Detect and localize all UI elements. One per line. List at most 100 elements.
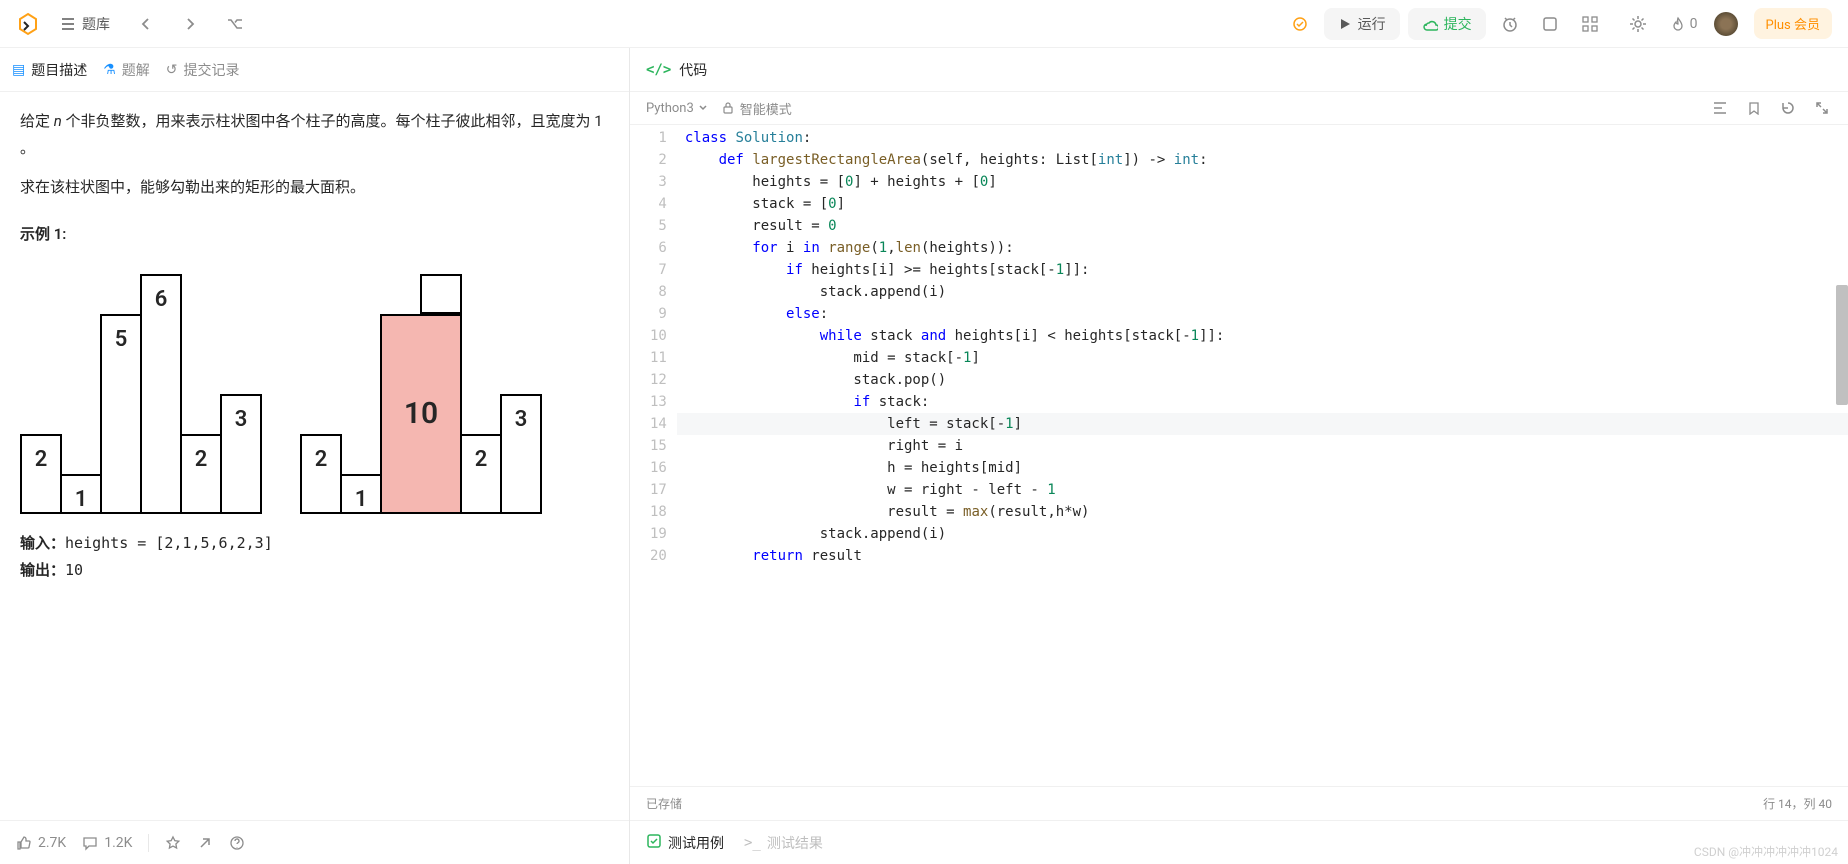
notes-button[interactable] xyxy=(1534,8,1566,40)
play-icon xyxy=(1338,17,1352,31)
next-problem-button[interactable] xyxy=(174,8,206,40)
like-count: 2.7K xyxy=(38,835,66,851)
example-label: 示例 1: xyxy=(20,221,609,248)
input-label: 输入： xyxy=(20,534,65,552)
cloud-upload-icon xyxy=(1422,16,1438,32)
code-title: 代码 xyxy=(679,60,707,80)
problem-panel: ▤ 题目描述 ⚗ 题解 ↺ 提交记录 给定 n 个非负整数，用来表示柱状图中各个… xyxy=(0,48,630,864)
chevron-left-icon xyxy=(139,17,153,31)
submit-label: 提交 xyxy=(1444,14,1472,34)
grid-icon xyxy=(1581,15,1599,33)
code-line[interactable]: stack.pop() xyxy=(677,369,1848,391)
star-icon xyxy=(165,835,181,851)
debug-button[interactable] xyxy=(1284,8,1316,40)
submit-button[interactable]: 提交 xyxy=(1408,8,1486,40)
format-icon xyxy=(1712,100,1728,116)
debug-icon xyxy=(1291,15,1309,33)
gear-icon xyxy=(1629,15,1647,33)
code-line[interactable]: heights = [0] + heights + [0] xyxy=(677,171,1848,193)
code-line[interactable]: left = stack[-1] xyxy=(677,413,1848,435)
layout-button[interactable] xyxy=(1574,8,1606,40)
streak-counter[interactable]: 0 xyxy=(1670,16,1698,32)
code-line[interactable]: result = max(result,h*w) xyxy=(677,501,1848,523)
tab-result[interactable]: >_ 测试结果 xyxy=(744,833,823,853)
tab-testcase[interactable]: 测试用例 xyxy=(646,833,724,853)
code-line[interactable]: return result xyxy=(677,545,1848,567)
tab-solution-label: 题解 xyxy=(122,60,150,80)
expand-icon xyxy=(1815,101,1829,115)
output-label: 输出： xyxy=(20,561,65,579)
code-line[interactable]: for i in range(1,len(heights)): xyxy=(677,237,1848,259)
problem-list-nav[interactable]: 题库 xyxy=(52,10,118,38)
like-button[interactable]: 2.7K xyxy=(16,835,66,851)
prev-problem-button[interactable] xyxy=(130,8,162,40)
code-header: </> 代码 xyxy=(630,48,1848,92)
problem-footer: 2.7K 1.2K xyxy=(0,820,629,864)
code-line[interactable]: h = heights[mid] xyxy=(677,457,1848,479)
code-line[interactable]: if heights[i] >= heights[stack[-1]]: xyxy=(677,259,1848,281)
output-value: 10 xyxy=(65,561,83,579)
histogram-illustration: 215623 211023 xyxy=(20,264,609,514)
code-line[interactable]: else: xyxy=(677,303,1848,325)
cursor-position: 行 14，列 40 xyxy=(1763,795,1832,812)
divider xyxy=(148,834,149,852)
favorite-button[interactable] xyxy=(165,835,181,851)
code-line[interactable]: w = right - left - 1 xyxy=(677,479,1848,501)
reset-icon xyxy=(1780,100,1796,116)
code-icon: </> xyxy=(646,62,671,78)
saved-status: 已存储 xyxy=(646,795,682,812)
code-line[interactable]: stack.append(i) xyxy=(677,281,1848,303)
run-button[interactable]: 运行 xyxy=(1324,8,1400,40)
problem-tabs: ▤ 题目描述 ⚗ 题解 ↺ 提交记录 xyxy=(0,48,629,92)
shuffle-button[interactable] xyxy=(218,8,250,40)
reset-button[interactable] xyxy=(1778,98,1798,118)
plus-badge[interactable]: Plus 会员 xyxy=(1754,8,1832,39)
problem-list-label: 题库 xyxy=(82,14,110,34)
format-button[interactable] xyxy=(1710,98,1730,118)
histogram-right: 211023 xyxy=(300,264,540,514)
bottom-tabs: 测试用例 >_ 测试结果 xyxy=(630,820,1848,864)
avatar[interactable] xyxy=(1714,12,1738,36)
testcase-label: 测试用例 xyxy=(668,833,724,853)
comment-icon xyxy=(82,835,98,851)
code-line[interactable]: stack.append(i) xyxy=(677,523,1848,545)
problem-body[interactable]: 给定 n 个非负整数，用来表示柱状图中各个柱子的高度。每个柱子彼此相邻，且宽度为… xyxy=(0,92,629,820)
share-button[interactable] xyxy=(197,835,213,851)
code-editor[interactable]: 1234567891011121314151617181920 class So… xyxy=(630,125,1848,786)
note-icon xyxy=(1541,15,1559,33)
result-label: 测试结果 xyxy=(767,833,823,853)
tab-description-label: 题目描述 xyxy=(31,60,87,80)
timer-button[interactable] xyxy=(1494,8,1526,40)
code-line[interactable]: stack = [0] xyxy=(677,193,1848,215)
code-line[interactable]: mid = stack[-1] xyxy=(677,347,1848,369)
tab-submissions[interactable]: ↺ 提交记录 xyxy=(166,60,240,80)
chevron-down-icon xyxy=(698,103,708,113)
scrollbar-thumb[interactable] xyxy=(1836,285,1848,405)
tab-solution[interactable]: ⚗ 题解 xyxy=(103,60,150,80)
comment-count: 1.2K xyxy=(104,835,132,851)
language-label: Python3 xyxy=(646,101,694,116)
tab-description[interactable]: ▤ 题目描述 xyxy=(12,60,87,80)
code-content[interactable]: class Solution: def largestRectangleArea… xyxy=(677,125,1848,786)
lock-icon xyxy=(722,102,734,114)
settings-button[interactable] xyxy=(1622,8,1654,40)
code-line[interactable]: def largestRectangleArea(self, heights: … xyxy=(677,149,1848,171)
comment-button[interactable]: 1.2K xyxy=(82,835,132,851)
scrollbar-track[interactable] xyxy=(1836,125,1848,786)
main: ▤ 题目描述 ⚗ 题解 ↺ 提交记录 给定 n 个非负整数，用来表示柱状图中各个… xyxy=(0,48,1848,864)
code-line[interactable]: result = 0 xyxy=(677,215,1848,237)
code-line[interactable]: right = i xyxy=(677,435,1848,457)
smart-mode-toggle[interactable]: 智能模式 xyxy=(722,99,792,118)
input-code: heights = [2,1,5,6,2,3] xyxy=(65,534,273,552)
problem-paragraph-2: 求在该柱状图中，能够勾勒出来的矩形的最大面积。 xyxy=(20,174,609,201)
tab-submissions-label: 提交记录 xyxy=(184,60,240,80)
code-toolbar: Python3 智能模式 xyxy=(630,92,1848,125)
fullscreen-button[interactable] xyxy=(1812,98,1832,118)
code-line[interactable]: while stack and heights[i] < heights[sta… xyxy=(677,325,1848,347)
help-button[interactable] xyxy=(229,835,245,851)
code-line[interactable]: class Solution: xyxy=(677,127,1848,149)
logo[interactable] xyxy=(16,12,40,36)
code-line[interactable]: if stack: xyxy=(677,391,1848,413)
language-select[interactable]: Python3 xyxy=(646,101,708,116)
bookmark-button[interactable] xyxy=(1744,98,1764,118)
